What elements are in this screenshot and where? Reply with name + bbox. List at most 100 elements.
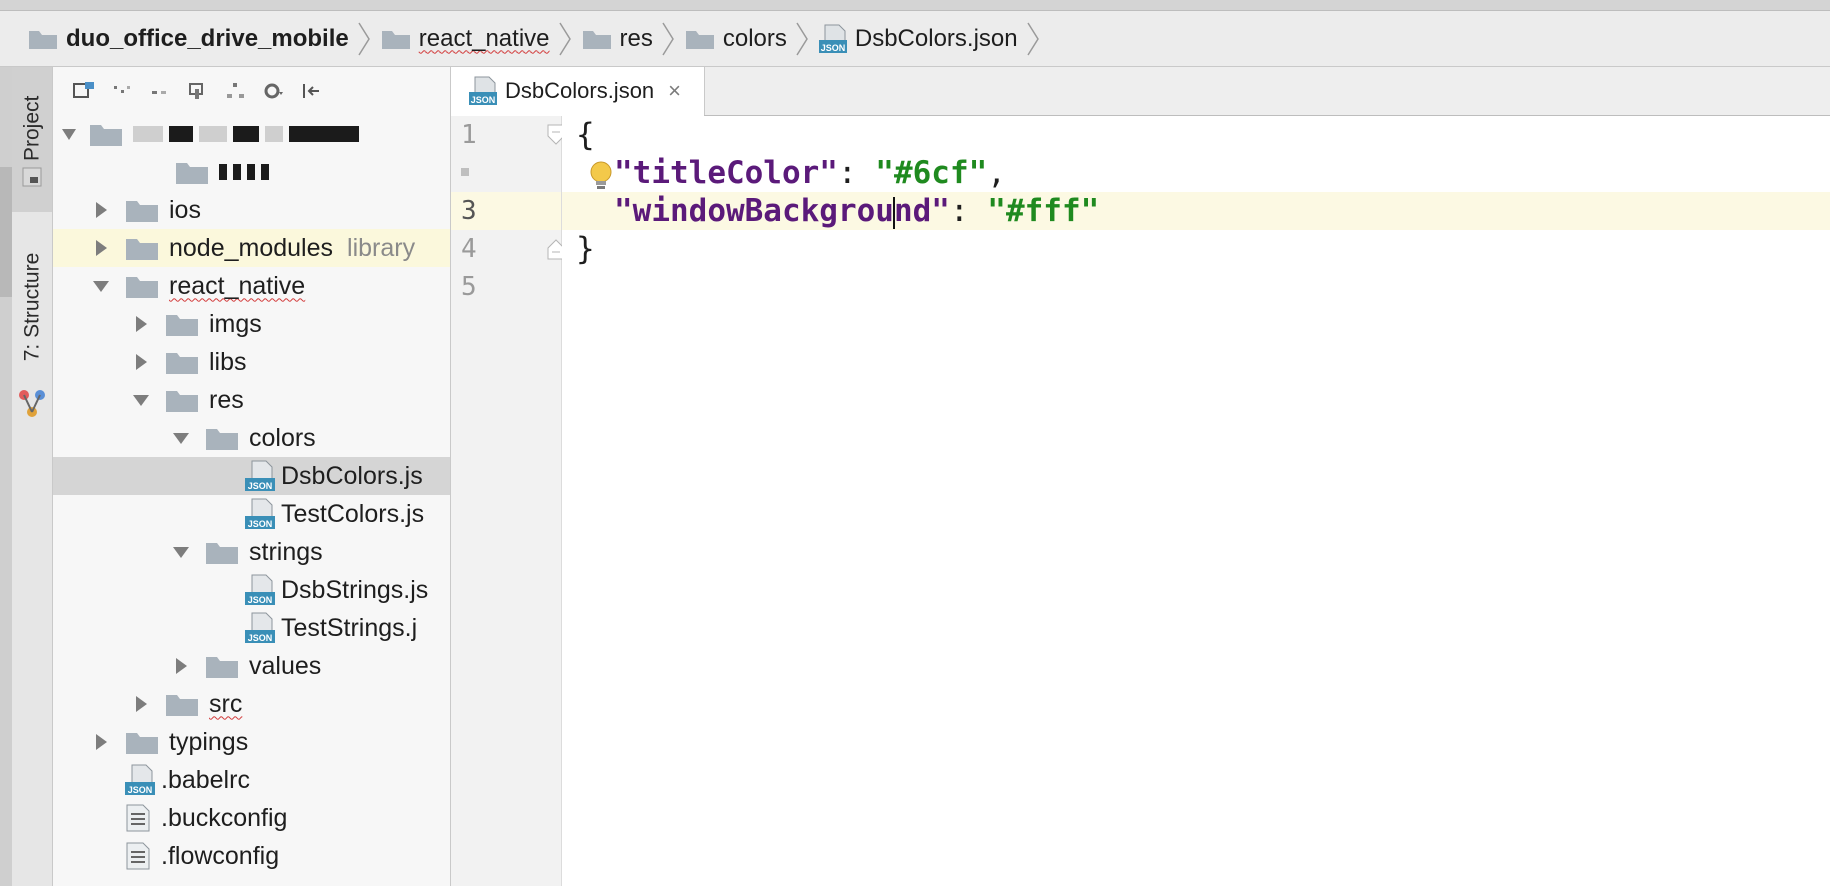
tree-folder-row[interactable]: typings: [53, 723, 450, 761]
tree-item-label: DsbStrings.js: [281, 575, 429, 604]
collapse-arrow-icon[interactable]: [91, 238, 111, 258]
chevron-right-icon: [358, 22, 370, 55]
hide-panel-icon[interactable]: [301, 82, 323, 100]
code-line-3: "windowBackground": "#fff": [614, 193, 1100, 229]
tree-folder-row[interactable]: react_native: [53, 267, 450, 305]
tree-folder-row[interactable]: node_modules library: [53, 229, 450, 267]
breadcrumb-label: DsbColors.json: [854, 24, 1018, 52]
tree-file-row[interactable]: JSON TestStrings.j: [53, 609, 450, 647]
tree-folder-row[interactable]: values: [53, 647, 450, 685]
tree-file-row[interactable]: JSON TestColors.js: [53, 495, 450, 533]
tree-folder-row[interactable]: res: [53, 381, 450, 419]
structure-tool-tab-label: 7: Structure: [20, 252, 43, 362]
line-number: 1: [461, 120, 477, 150]
folder-icon: [126, 733, 158, 754]
intention-bulb-icon[interactable]: [588, 160, 614, 192]
breadcrumb-item[interactable]: react_native: [381, 21, 582, 57]
structure-tool-tab[interactable]: 7: Structure: [12, 217, 52, 397]
expand-arrow-icon[interactable]: [171, 428, 191, 448]
tree-item-label: .buckconfig: [161, 803, 288, 832]
code-line-2: "titleColor": "#6cf",: [614, 155, 1006, 191]
collapse-arrow-icon[interactable]: [131, 314, 151, 334]
code-line-1: {: [576, 117, 595, 153]
tree-options-icon[interactable]: [187, 82, 209, 100]
editor-tab-dsbcolors[interactable]: JSON DsbColors.json ×: [451, 67, 705, 116]
tree-folder-row[interactable]: ios: [53, 191, 450, 229]
tree-file-row[interactable]: .flowconfig: [53, 837, 450, 875]
target-icon[interactable]: [225, 82, 247, 100]
tree-item-label: ios: [169, 195, 201, 224]
project-panel: ios node_modules library react_native imgs li…: [53, 67, 451, 886]
svg-text:JSON: JSON: [248, 481, 273, 491]
left-edge-strip: [0, 67, 12, 886]
folder-icon: [166, 353, 198, 374]
breadcrumb: duo_office_drive_mobile react_native res co…: [28, 11, 1050, 66]
tree-folder-row[interactable]: src: [53, 685, 450, 723]
folder-icon: [126, 201, 158, 222]
line-marker-icon: [461, 168, 469, 176]
chevron-right-icon: [558, 22, 571, 55]
tree-item-label: TestColors.js: [281, 499, 425, 528]
expand-arrow-icon[interactable]: [131, 390, 151, 410]
tree-file-row[interactable]: JSON DsbColors.js: [53, 457, 450, 495]
svg-text:JSON: JSON: [248, 519, 273, 529]
breadcrumb-item[interactable]: JSON DsbColors.json: [818, 21, 1050, 57]
breadcrumb-item[interactable]: colors: [685, 21, 819, 57]
scroll-from-source-icon[interactable]: [111, 82, 133, 100]
breadcrumb-item[interactable]: res: [582, 21, 685, 57]
breadcrumb-label: res: [619, 24, 653, 52]
expand-arrow-icon[interactable]: [171, 542, 191, 562]
tree-item-label: strings: [249, 537, 323, 566]
tree-file-row[interactable]: .buckconfig: [53, 799, 450, 837]
project-tool-tab[interactable]: 1: Project: [12, 67, 52, 212]
collapse-arrow-icon[interactable]: [131, 352, 151, 372]
structure-icon: [19, 390, 45, 417]
svg-text:JSON: JSON: [248, 633, 273, 643]
folder-icon: [582, 30, 611, 49]
folder-icon: [685, 30, 714, 49]
expand-arrow-icon: [62, 129, 76, 140]
text-file-icon: [126, 842, 150, 870]
svg-text:JSON: JSON: [248, 595, 273, 605]
folder-icon: [126, 239, 158, 260]
collapse-arrow-icon[interactable]: [91, 200, 111, 220]
project-view-icon[interactable]: [73, 82, 95, 100]
breadcrumb-label: duo_office_drive_mobile: [66, 24, 349, 52]
tree-item-label: colors: [249, 423, 316, 452]
collapse-all-icon[interactable]: [149, 82, 171, 100]
tree-redacted-row[interactable]: [53, 153, 450, 191]
tool-window-bar: 1: Project 7: Structure: [12, 67, 53, 886]
folder-icon: [126, 277, 158, 298]
tree-folder-row[interactable]: imgs: [53, 305, 450, 343]
breadcrumb-item[interactable]: duo_office_drive_mobile: [28, 21, 381, 57]
window-top-strip: [0, 0, 1830, 11]
gear-icon[interactable]: [263, 82, 285, 100]
collapse-arrow-icon[interactable]: [91, 732, 111, 752]
line-number-current: 3: [451, 192, 561, 230]
collapse-arrow-icon[interactable]: [171, 656, 191, 676]
code-editor[interactable]: { "titleColor": "#6cf", "windowBackgroun…: [562, 116, 1830, 886]
tree-item-label: values: [249, 651, 322, 680]
tree-item-label: res: [209, 385, 244, 414]
svg-text:JSON: JSON: [471, 95, 496, 105]
folder-icon: [381, 30, 410, 49]
expand-arrow-icon[interactable]: [91, 276, 111, 296]
project-toolbar: [53, 67, 450, 115]
svg-text:JSON: JSON: [821, 43, 846, 53]
folder-icon: [90, 125, 122, 146]
tree-file-row[interactable]: JSON .babelrc: [53, 761, 450, 799]
tree-file-row[interactable]: JSON DsbStrings.js: [53, 571, 450, 609]
chevron-right-icon: [796, 22, 808, 55]
close-icon[interactable]: ×: [668, 78, 681, 104]
tree-item-suffix: library: [347, 233, 416, 262]
tree-folder-row[interactable]: strings: [53, 533, 450, 571]
collapse-arrow-icon[interactable]: [131, 694, 151, 714]
breadcrumb-label: colors: [722, 24, 787, 52]
tree-root-row[interactable]: [53, 115, 450, 153]
project-window-icon: [22, 167, 42, 187]
folder-icon: [206, 429, 238, 450]
tree-folder-row[interactable]: libs: [53, 343, 450, 381]
tree-item-label: .babelrc: [161, 765, 250, 794]
tree-folder-row[interactable]: colors: [53, 419, 450, 457]
json-file-icon: JSON: [818, 24, 847, 53]
